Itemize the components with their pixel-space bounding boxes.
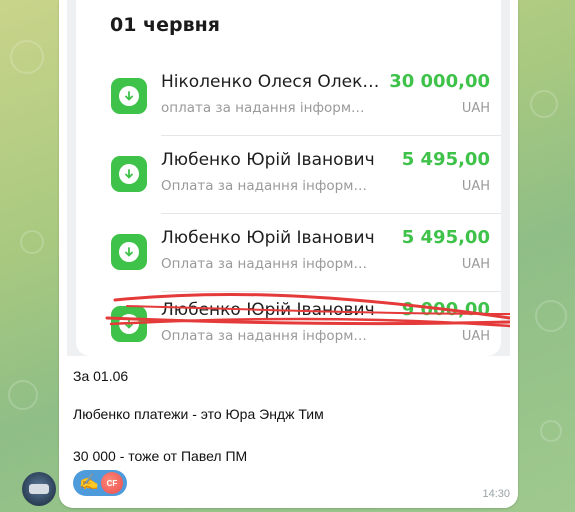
incoming-arrow-icon [111, 78, 147, 114]
divider [161, 291, 501, 292]
attached-screenshot[interactable]: 01 червня Ніколенко Олеся Олек… оплата з… [67, 0, 510, 356]
divider [161, 213, 501, 214]
message-bubble[interactable]: 01 червня Ніколенко Олеся Олек… оплата з… [59, 0, 518, 508]
transaction-description: оплата за надання інформ… [161, 100, 365, 116]
incoming-arrow-icon [111, 156, 147, 192]
transaction-row: Любенко Юрій Іванович Оплата за надання … [76, 144, 501, 214]
message-line: За 01.06 [73, 368, 129, 384]
incoming-arrow-icon [111, 306, 147, 342]
message-line: Любенко платежи - это Юра Эндж Тим [73, 406, 324, 422]
transaction-amount: 5 495,00 [401, 149, 490, 170]
transaction-name: Любенко Юрій Іванович [161, 150, 375, 170]
bank-statement-card: 01 червня Ніколенко Олеся Олек… оплата з… [76, 0, 501, 356]
transaction-amount: 30 000,00 [389, 71, 490, 92]
transaction-description: Оплата за надання інформаці… [161, 178, 371, 194]
transaction-row-struck: Любенко Юрій Іванович Оплата за надання … [76, 294, 501, 356]
transaction-currency: UAH [461, 179, 490, 194]
transaction-amount: 9 000,00 [401, 299, 490, 320]
writing-hand-emoji: ✍️ [79, 474, 99, 491]
incoming-arrow-icon [111, 234, 147, 270]
transaction-currency: UAH [461, 329, 490, 344]
message-time: 14:30 [482, 488, 510, 500]
transaction-amount: 5 495,00 [401, 227, 490, 248]
sender-avatar[interactable] [22, 472, 56, 506]
message-line: 30 000 - тоже от Павел ПМ [73, 448, 248, 464]
transaction-name: Любенко Юрій Іванович [161, 228, 375, 248]
transaction-row: Любенко Юрій Іванович Оплата за надання … [76, 222, 501, 292]
divider [161, 135, 501, 136]
transaction-row: Ніколенко Олеся Олек… оплата за надання … [76, 66, 501, 136]
statement-date: 01 червня [110, 14, 220, 36]
transaction-name: Ніколенко Олеся Олек… [161, 72, 380, 92]
transaction-currency: UAH [461, 101, 490, 116]
reactions-bar: ✍️ CF [73, 470, 127, 496]
transaction-description: Оплата за надання інформаці… [161, 256, 371, 272]
transaction-currency: UAH [461, 257, 490, 272]
transaction-name: Любенко Юрій Іванович [161, 300, 375, 320]
car-icon [29, 484, 49, 494]
transaction-description: Оплата за надання інформ… [161, 328, 367, 344]
reaction-chip[interactable]: ✍️ CF [73, 470, 127, 496]
reactor-avatar: CF [100, 472, 123, 494]
